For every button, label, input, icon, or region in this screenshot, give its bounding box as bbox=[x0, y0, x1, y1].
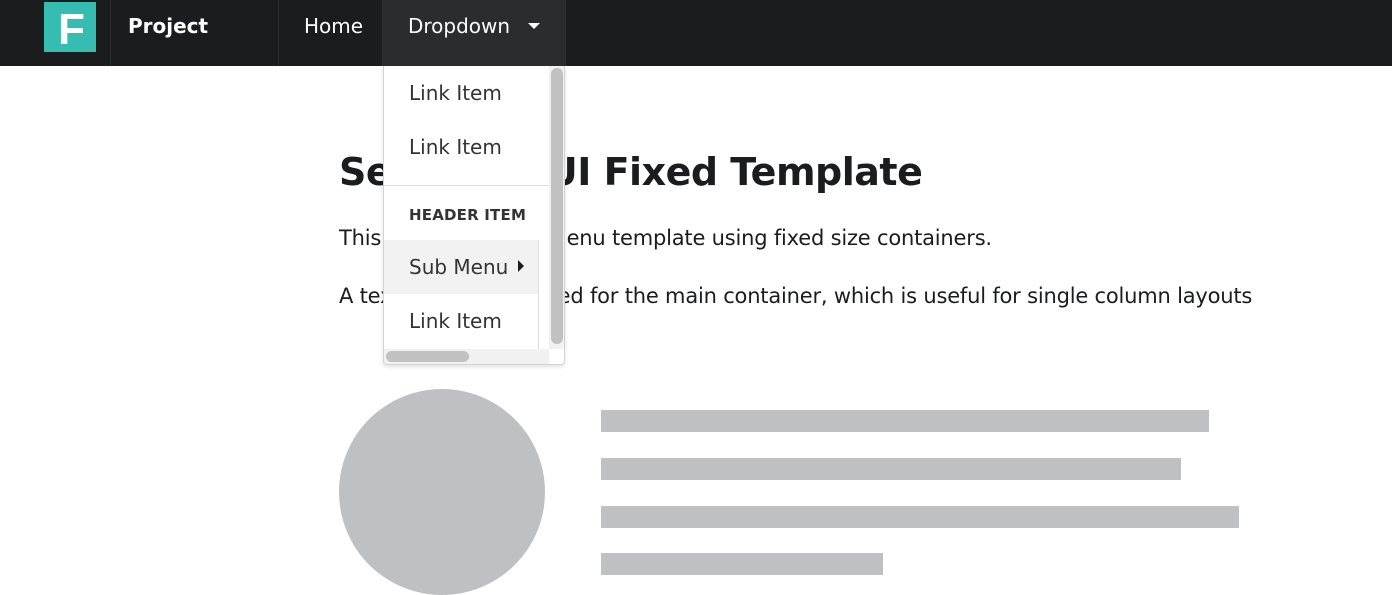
placeholder-image bbox=[339, 389, 545, 595]
menu-link-item[interactable]: Link Item bbox=[384, 294, 548, 348]
chevron-down-icon bbox=[528, 23, 540, 29]
vertical-scrollbar-thumb[interactable] bbox=[551, 68, 563, 344]
menu-link-item[interactable]: Link Item bbox=[384, 120, 548, 174]
placeholder-line bbox=[601, 553, 883, 575]
logo-item[interactable]: F bbox=[29, 0, 111, 66]
horizontal-scrollbar[interactable] bbox=[384, 349, 549, 364]
svg-text:F: F bbox=[58, 5, 85, 52]
brand-label: Project Name bbox=[128, 14, 209, 90]
menu-divider bbox=[384, 185, 548, 186]
dropdown-menu: Link Item Link Item HEADER ITEM Sub Menu… bbox=[383, 66, 565, 365]
menu-link-item[interactable]: Link Item bbox=[384, 66, 548, 120]
dropdown-label: Dropdown bbox=[408, 14, 511, 38]
home-label: Home bbox=[304, 14, 364, 38]
menu-link-label: Link Item bbox=[409, 81, 502, 105]
horizontal-scrollbar-thumb[interactable] bbox=[386, 351, 469, 362]
placeholder-line bbox=[601, 458, 1181, 480]
menu-link-label: Link Item bbox=[409, 309, 502, 333]
menu-link-label: Link Item bbox=[409, 135, 502, 159]
vertical-scrollbar[interactable] bbox=[549, 66, 564, 349]
top-menu-bar: F Project Name Home Dropdown bbox=[0, 0, 1392, 90]
dropdown-toggle[interactable]: Dropdown bbox=[383, 0, 566, 66]
placeholder-line bbox=[601, 410, 1209, 432]
menu-header: HEADER ITEM bbox=[409, 206, 527, 224]
submenu-label: Sub Menu bbox=[409, 255, 509, 279]
brand-link[interactable]: Project Name bbox=[111, 0, 279, 90]
submenu-item[interactable]: Sub Menu bbox=[384, 240, 538, 294]
home-link[interactable]: Home bbox=[279, 0, 383, 66]
logo: F bbox=[44, 2, 96, 52]
placeholder-line bbox=[601, 506, 1239, 528]
chevron-right-icon bbox=[518, 260, 524, 272]
